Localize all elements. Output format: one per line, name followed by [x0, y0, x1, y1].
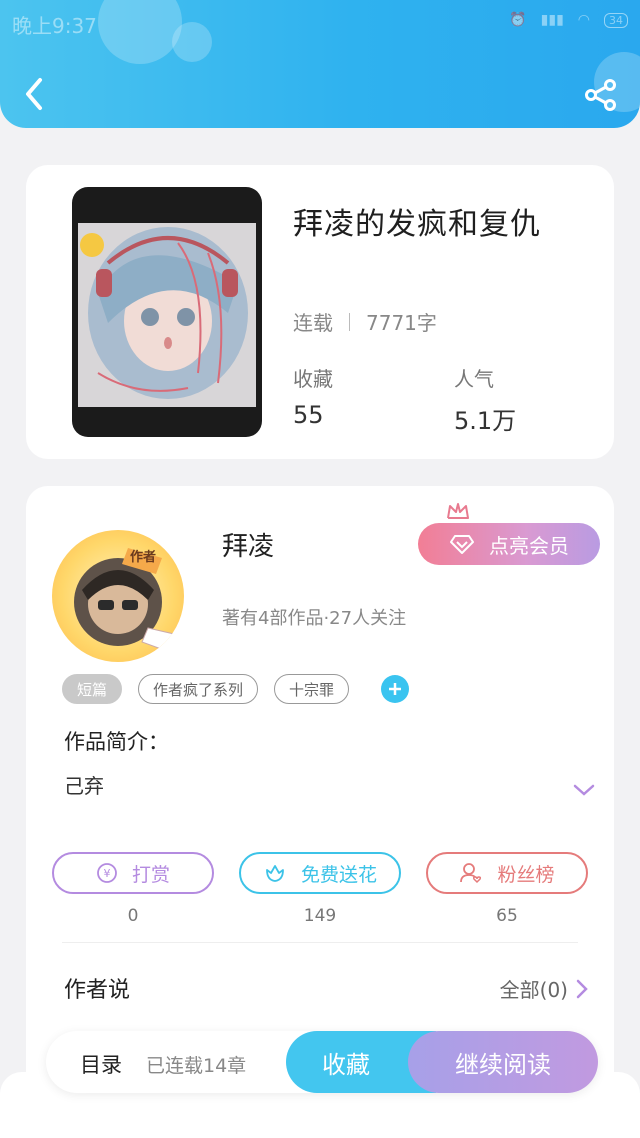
activate-vip-button[interactable]: 点亮会员	[418, 523, 600, 565]
wifi-icon: ◠	[577, 12, 590, 28]
vip-button-label: 点亮会员	[489, 533, 569, 558]
add-tag-button[interactable]	[381, 675, 410, 703]
author-badge: 作者	[130, 550, 157, 565]
signal-icon: ▮▮▮	[540, 12, 564, 28]
decorative-bubble	[172, 22, 212, 62]
fan-ranking-button[interactable]: 粉丝榜	[426, 852, 588, 894]
diamond-icon	[450, 535, 474, 554]
fan-count: 65	[496, 906, 518, 926]
chevron-right-icon	[576, 979, 588, 998]
svg-text:¥: ¥	[103, 867, 110, 880]
tag-list: 短篇 作者疯了系列 十宗罪	[62, 674, 410, 704]
send-flower-button[interactable]: 免费送花	[239, 852, 401, 894]
intro-text: 己弃	[64, 774, 104, 798]
book-meta: 连载 7771字	[293, 307, 437, 336]
bottom-action-bar: 目录 已连载14章 收藏 继续阅读	[46, 1031, 598, 1093]
share-icon	[585, 79, 616, 111]
favorites-value: 55	[293, 401, 324, 429]
header-bar: 晚上9:37 ⏰ ▮▮▮ ◠ 34	[0, 0, 640, 128]
author-stats: 著有4部作品·27人关注	[222, 608, 407, 629]
author-says-all-link[interactable]: 全部(0)	[500, 974, 588, 1003]
alarm-icon: ⏰	[509, 12, 527, 28]
decorative-bubble	[98, 0, 182, 64]
reward-button[interactable]: ¥ 打赏	[52, 852, 214, 894]
tag-item[interactable]: 十宗罪	[274, 674, 350, 704]
coin-icon: ¥	[97, 863, 117, 883]
flower-icon	[266, 865, 284, 882]
favorites-label: 收藏	[293, 367, 333, 391]
serial-status: 连载	[293, 311, 333, 335]
popularity-label: 人气	[454, 367, 494, 391]
flower-count: 149	[303, 906, 337, 926]
plus-icon	[389, 683, 402, 695]
battery-icon: 34	[604, 12, 628, 28]
share-button[interactable]	[584, 78, 618, 112]
book-cover[interactable]	[72, 187, 262, 437]
author-avatar[interactable]: 作者	[52, 530, 184, 662]
reward-label: 打赏	[131, 863, 170, 886]
book-info-card: 拜凌的发疯和复仇 连载 7771字 收藏 55 人气 5.1万	[26, 165, 614, 459]
author-says-all-label: 全部(0)	[499, 978, 568, 1002]
author-says-heading: 作者说	[64, 978, 131, 1003]
cover-illustration	[78, 223, 256, 407]
chapter-count: 已连载14章	[146, 1055, 247, 1077]
fan-ranking-label: 粉丝榜	[497, 863, 555, 886]
reward-count: 0	[127, 906, 139, 926]
chevron-down-icon[interactable]	[572, 782, 596, 798]
intro-heading: 作品简介：	[64, 730, 169, 754]
crown-icon	[447, 503, 469, 519]
meta-divider	[349, 312, 350, 331]
tag-item[interactable]: 作者疯了系列	[138, 674, 259, 704]
back-button[interactable]	[20, 74, 50, 114]
favorites-button-label: 收藏	[322, 1050, 370, 1079]
flower-label: 免费送花	[300, 863, 377, 886]
continue-reading-button[interactable]: 继续阅读	[408, 1031, 598, 1093]
tag-item[interactable]: 短篇	[62, 674, 123, 704]
avatar-illustration	[74, 548, 175, 651]
book-title: 拜凌的发疯和复仇	[293, 207, 541, 242]
chevron-left-icon	[26, 78, 42, 110]
word-count: 7771字	[366, 311, 437, 335]
author-name[interactable]: 拜凌	[222, 526, 274, 563]
status-time: 晚上9:37	[12, 14, 97, 38]
continue-reading-label: 继续阅读	[455, 1050, 551, 1079]
status-icons: ⏰ ▮▮▮ ◠ 34	[509, 12, 628, 28]
popularity-value: 5.1万	[454, 407, 517, 435]
table-of-contents-button[interactable]: 目录	[80, 1049, 122, 1079]
section-divider	[62, 942, 578, 943]
fan-user-icon	[460, 863, 482, 884]
